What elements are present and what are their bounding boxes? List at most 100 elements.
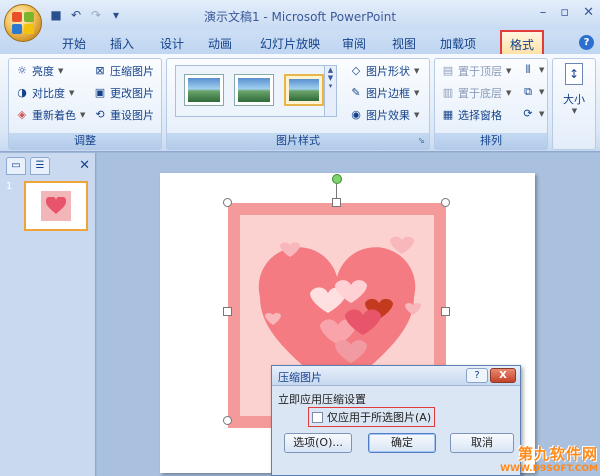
- selection-pane-button[interactable]: ▦ 选择窗格: [441, 107, 502, 123]
- title-bar: ■ ↶ ↷ ▾ 演示文稿1 - Microsoft PowerPoint – ▫…: [0, 0, 600, 30]
- contrast-button[interactable]: ◑ 对比度 ▼: [15, 85, 74, 101]
- recolor-icon: ◈: [17, 108, 27, 121]
- bring-front-icon: ▤: [442, 64, 454, 77]
- picture-shape-label: 图片形状: [366, 65, 410, 78]
- change-picture-label: 更改图片: [110, 87, 154, 100]
- picture-style-gallery: ▲ ▼ ▾: [175, 65, 337, 117]
- rotate-icon: ⟳: [523, 107, 533, 120]
- apply-compression-heading: 立即应用压缩设置: [278, 393, 366, 406]
- ribbon-tabs: 开始 插入 设计 动画 幻灯片放映 审阅 视图 加载项 格式 ?: [0, 30, 600, 54]
- selected-only-option[interactable]: 仅应用于所选图片(A): [308, 407, 436, 427]
- resize-handle-e[interactable]: [441, 307, 450, 316]
- compress-pictures-dialog: 压缩图片 ? X 立即应用压缩设置 仅应用于所选图片(A) 选项(O)... 确…: [271, 365, 521, 476]
- size-icon: ↕: [565, 63, 583, 85]
- maximize-icon[interactable]: ▫: [560, 5, 569, 20]
- tab-format[interactable]: 格式: [500, 30, 545, 54]
- align-button[interactable]: ⫴ ▼: [521, 63, 545, 77]
- bring-to-front-button[interactable]: ▤ 置于顶层 ▼: [441, 63, 512, 79]
- slide-thumbnail[interactable]: [24, 181, 88, 231]
- tab-animations[interactable]: 动画: [208, 35, 232, 52]
- border-icon: ✎: [351, 86, 361, 99]
- dialog-title: 压缩图片: [278, 371, 322, 384]
- dialog-help-button[interactable]: ?: [466, 368, 488, 383]
- compress-icon: ⊠: [95, 64, 105, 77]
- watermark: 第九软件网 WWW.D9SOFT.COM: [500, 443, 598, 474]
- picture-effects-button[interactable]: ◉ 图片效果 ▼: [349, 107, 419, 123]
- compress-pictures-button[interactable]: ⊠ 压缩图片: [93, 63, 154, 79]
- group-arrange-label: 排列: [435, 133, 547, 149]
- heart-thumbnail-icon: [41, 191, 71, 221]
- slides-tab-icon[interactable]: ▭: [6, 157, 26, 175]
- selected-only-checkbox[interactable]: [312, 411, 323, 423]
- rotate-button[interactable]: ⟳ ▼: [521, 107, 544, 121]
- send-to-back-button[interactable]: ▥ 置于底层 ▼: [441, 85, 512, 101]
- gallery-scroll[interactable]: ▲ ▼ ▾: [324, 66, 336, 116]
- reset-picture-label: 重设图片: [110, 109, 154, 122]
- options-button[interactable]: 选项(O)...: [284, 433, 352, 453]
- resize-handle-w[interactable]: [223, 307, 232, 316]
- ribbon: ☼ 亮度 ▼ ◑ 对比度 ▼ ◈ 重新着色 ▼ ⊠ 压缩图片 ▣ 更改图片 ⟲ 重设图…: [0, 54, 600, 152]
- dialog-title-bar: 压缩图片 ? X: [272, 366, 520, 386]
- group-adjust: ☼ 亮度 ▼ ◑ 对比度 ▼ ◈ 重新着色 ▼ ⊠ 压缩图片 ▣ 更改图片 ⟲ 重设图…: [8, 58, 162, 150]
- picture-styles-label: 图片样式: [276, 134, 320, 147]
- rotation-handle[interactable]: [332, 174, 342, 184]
- style-thumb[interactable]: [284, 74, 324, 106]
- watermark-sub: WWW.D9SOFT.COM: [500, 464, 598, 474]
- contrast-label: 对比度: [32, 87, 65, 100]
- picture-border-button[interactable]: ✎ 图片边框 ▼: [349, 85, 419, 101]
- close-pane-icon[interactable]: ✕: [79, 158, 90, 173]
- minimize-icon[interactable]: –: [540, 5, 547, 20]
- resize-handle-n[interactable]: [332, 198, 341, 207]
- picture-shape-button[interactable]: ◇ 图片形状 ▼: [349, 63, 420, 79]
- resize-handle-sw[interactable]: [223, 416, 232, 425]
- size-button[interactable]: ↕ 大小 ▼: [557, 63, 591, 115]
- window-controls: – ▫ ✕: [540, 5, 594, 20]
- help-icon[interactable]: ?: [579, 35, 594, 50]
- group-size: ↕ 大小 ▼: [552, 58, 596, 150]
- send-back-icon: ▥: [442, 86, 454, 99]
- picture-border-label: 图片边框: [366, 87, 410, 100]
- tab-addins[interactable]: 加载项: [440, 35, 476, 52]
- group-adjust-label: 调整: [9, 133, 161, 149]
- office-logo-icon: [12, 12, 34, 34]
- compress-label: 压缩图片: [110, 65, 154, 78]
- tab-view[interactable]: 视图: [392, 35, 416, 52]
- window-title: 演示文稿1 - Microsoft PowerPoint: [203, 10, 397, 24]
- group-icon: ⧉: [524, 85, 532, 98]
- office-button[interactable]: [4, 4, 42, 42]
- dialog-launcher-icon[interactable]: ⬂: [418, 133, 425, 149]
- close-icon[interactable]: ✕: [583, 5, 594, 20]
- group-arrange: ▤ 置于顶层 ▼ ▥ 置于底层 ▼ ▦ 选择窗格 ⫴ ▼ ⧉ ▼ ⟳ ▼ 排列: [434, 58, 548, 150]
- tab-home[interactable]: 开始: [62, 35, 86, 52]
- change-picture-icon: ▣: [94, 86, 106, 99]
- selection-pane-icon: ▦: [442, 108, 454, 121]
- style-thumb[interactable]: [184, 74, 224, 106]
- group-button[interactable]: ⧉ ▼: [521, 85, 544, 99]
- tab-review[interactable]: 审阅: [342, 35, 366, 52]
- resize-handle-nw[interactable]: [223, 198, 232, 207]
- group-picture-styles: ▲ ▼ ▾ ◇ 图片形状 ▼ ✎ 图片边框 ▼ ◉ 图片效果 ▼ 图片样式 ⬂: [166, 58, 430, 150]
- bring-front-label: 置于顶层: [458, 65, 502, 78]
- rotation-connector: [336, 184, 337, 198]
- tab-slideshow[interactable]: 幻灯片放映: [260, 35, 320, 52]
- group-picture-styles-label: 图片样式 ⬂: [167, 133, 429, 149]
- change-picture-button[interactable]: ▣ 更改图片: [93, 85, 154, 101]
- ok-button[interactable]: 确定: [368, 433, 436, 453]
- reset-picture-icon: ⟲: [95, 108, 105, 121]
- resize-handle-ne[interactable]: [441, 198, 450, 207]
- selection-pane-label: 选择窗格: [458, 109, 502, 122]
- brightness-button[interactable]: ☼ 亮度 ▼: [15, 63, 63, 79]
- effects-icon: ◉: [351, 108, 361, 121]
- selected-only-label: 仅应用于所选图片(A): [327, 411, 432, 424]
- tab-design[interactable]: 设计: [160, 35, 184, 52]
- tab-insert[interactable]: 插入: [110, 35, 134, 52]
- outline-tab-icon[interactable]: ☰: [30, 157, 50, 175]
- shape-icon: ◇: [351, 64, 361, 77]
- brightness-label: 亮度: [32, 65, 54, 78]
- reset-picture-button[interactable]: ⟲ 重设图片: [93, 107, 154, 123]
- style-thumb[interactable]: [234, 74, 274, 106]
- contrast-icon: ◑: [17, 86, 27, 99]
- dialog-close-button[interactable]: X: [490, 368, 516, 383]
- size-label: 大小: [563, 93, 585, 106]
- recolor-button[interactable]: ◈ 重新着色 ▼: [15, 107, 86, 123]
